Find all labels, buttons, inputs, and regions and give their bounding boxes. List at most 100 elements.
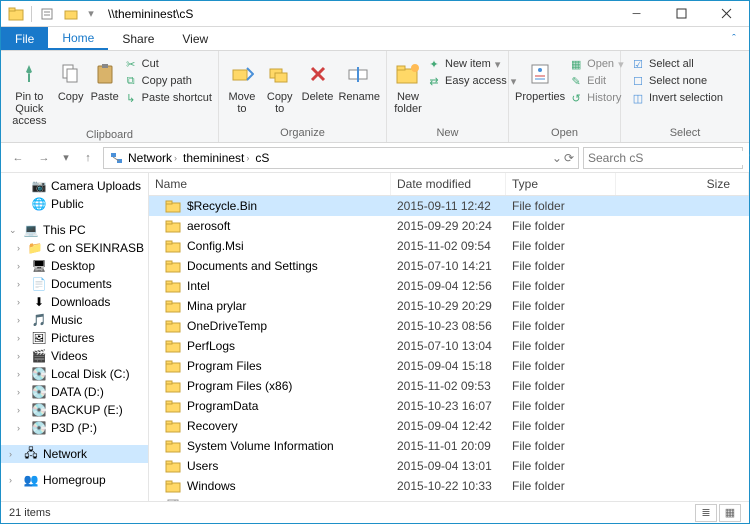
select-none-button[interactable]: ☐Select none [631,74,723,88]
tab-view[interactable]: View [168,27,222,50]
table-row[interactable]: Recovery2015-09-04 12:42File folder [149,416,749,436]
table-row[interactable]: Program Files (x86)2015-11-02 09:53File … [149,376,749,396]
table-row[interactable]: System Volume Information2015-11-01 20:0… [149,436,749,456]
cut-button[interactable]: ✂Cut [124,57,212,71]
tab-home[interactable]: Home [48,27,108,50]
maximize-button[interactable] [659,1,704,27]
breadcrumb[interactable]: Network› themininest› cS ⌄⟳ [103,147,579,169]
copy-icon [56,59,86,89]
move-to-button[interactable]: Move to [225,55,259,115]
move-to-icon [227,59,257,89]
tab-file[interactable]: File [1,27,48,50]
videos-icon: 🎬 [31,348,47,364]
close-button[interactable] [704,1,749,27]
drive-icon: 📁 [28,240,43,256]
open-button[interactable]: ▦Open▾ [569,57,623,71]
search-box[interactable]: 🔍 [583,147,743,169]
table-row[interactable]: bootmgr2015-07-10 13:00System file387 KB [149,496,749,501]
history-button[interactable]: ↺History [569,91,623,105]
tree-documents[interactable]: ›📄Documents [1,275,148,293]
select-all-button[interactable]: ☑Select all [631,57,723,71]
tree-datad[interactable]: ›💽DATA (D:) [1,383,148,401]
tree-network[interactable]: ›🖧Network [1,445,148,463]
table-row[interactable]: Documents and Settings2015-07-10 14:21Fi… [149,256,749,276]
table-row[interactable]: Program Files2015-09-04 15:18File folder [149,356,749,376]
tab-share[interactable]: Share [108,27,168,50]
table-row[interactable]: Users2015-09-04 13:01File folder [149,456,749,476]
paste-icon [90,59,120,89]
view-thumbs-button[interactable]: ▦ [719,504,741,522]
col-date[interactable]: Date modified [391,173,506,195]
properties-button[interactable]: Properties [515,55,565,103]
copy-to-icon [265,59,295,89]
item-count: 21 items [9,507,51,519]
copy-path-button[interactable]: ⧉Copy path [124,74,212,88]
nav-bar: ← → ▾ ↑ Network› themininest› cS ⌄⟳ 🔍 [1,143,749,173]
up-button[interactable]: ↑ [77,147,99,169]
tree-music[interactable]: ›🎵Music [1,311,148,329]
table-row[interactable]: OneDriveTemp2015-10-23 08:56File folder [149,316,749,336]
new-item-icon: ✦ [427,57,441,71]
tree-localc[interactable]: ›💽Local Disk (C:) [1,365,148,383]
easy-access-button[interactable]: ⇄Easy access▾ [427,74,516,88]
table-row[interactable]: PerfLogs2015-07-10 13:04File folder [149,336,749,356]
table-row[interactable]: Intel2015-09-04 12:56File folder [149,276,749,296]
refresh-button[interactable]: ⟳ [564,151,574,165]
ribbon-tabs: File Home Share View ˆ [1,27,749,51]
search-input[interactable] [588,151,743,165]
recent-dropdown[interactable]: ▾ [59,147,73,169]
crumb-share[interactable]: cS [255,151,269,165]
edit-button[interactable]: ✎Edit [569,74,623,88]
rename-button[interactable]: Rename [338,55,380,103]
copy-to-button[interactable]: Copy to [263,55,297,115]
file-type: File folder [506,418,616,434]
nav-tree[interactable]: 📷Camera Uploads 🌐Public ⌄💻This PC ›📁C on… [1,173,149,501]
forward-button[interactable]: → [33,147,55,169]
tree-this-pc[interactable]: ⌄💻This PC [1,221,148,239]
column-headers[interactable]: Name Date modified Type Size [149,173,749,196]
back-button[interactable]: ← [7,147,29,169]
tree-p3dp[interactable]: ›💽P3D (P:) [1,419,148,437]
table-row[interactable]: aerosoft2015-09-29 20:24File folder [149,216,749,236]
delete-button[interactable]: Delete [301,55,335,103]
table-row[interactable]: $Recycle.Bin2015-09-11 12:42File folder [149,196,749,216]
table-row[interactable]: ProgramData2015-10-23 16:07File folder [149,396,749,416]
qat-dropdown[interactable]: ▾ [84,3,98,25]
qat-properties[interactable] [36,3,58,25]
col-size[interactable]: Size [616,173,749,195]
file-name: Program Files (x86) [187,379,292,393]
crumb-network[interactable]: Network [128,151,172,165]
invert-selection-button[interactable]: ◫Invert selection [631,91,723,105]
ribbon-toggle[interactable]: ˆ [719,27,749,50]
col-type[interactable]: Type [506,173,616,195]
minimize-button[interactable]: ─ [614,1,659,27]
folder-icon [165,458,181,474]
col-name[interactable]: Name [149,173,391,195]
tree-cnet[interactable]: ›📁C on SEKINRASB [1,239,148,257]
tree-videos[interactable]: ›🎬Videos [1,347,148,365]
tree-desktop[interactable]: ›🖥Desktop [1,257,148,275]
view-details-button[interactable]: ≣ [695,504,717,522]
pin-quick-access-button[interactable]: Pin to Quick access [7,55,52,127]
crumb-dropdown[interactable]: ⌄ [552,151,562,165]
qat-newfolder[interactable] [60,3,82,25]
paste-shortcut-button[interactable]: ↳Paste shortcut [124,91,212,105]
tree-homegroup[interactable]: ›👥Homegroup [1,471,148,489]
crumb-host[interactable]: themininest [183,151,244,165]
tree-public[interactable]: 🌐Public [1,195,148,213]
file-name: System Volume Information [187,439,334,453]
tree-downloads[interactable]: ›⬇Downloads [1,293,148,311]
tree-camera-uploads[interactable]: 📷Camera Uploads [1,177,148,195]
paste-button[interactable]: Paste [90,55,120,103]
table-row[interactable]: Config.Msi2015-11-02 09:54File folder [149,236,749,256]
table-row[interactable]: Mina prylar2015-10-29 20:29File folder [149,296,749,316]
file-size: 387 KB [616,498,749,501]
copy-button[interactable]: Copy [56,55,86,103]
table-row[interactable]: Windows2015-10-22 10:33File folder [149,476,749,496]
tree-pictures[interactable]: ›🖼Pictures [1,329,148,347]
drive-icon: 💽 [31,366,47,382]
new-item-button[interactable]: ✦New item▾ [427,57,516,71]
tree-backupe[interactable]: ›💽BACKUP (E:) [1,401,148,419]
new-folder-button[interactable]: New folder [393,55,423,115]
file-list[interactable]: Name Date modified Type Size $Recycle.Bi… [149,173,749,501]
